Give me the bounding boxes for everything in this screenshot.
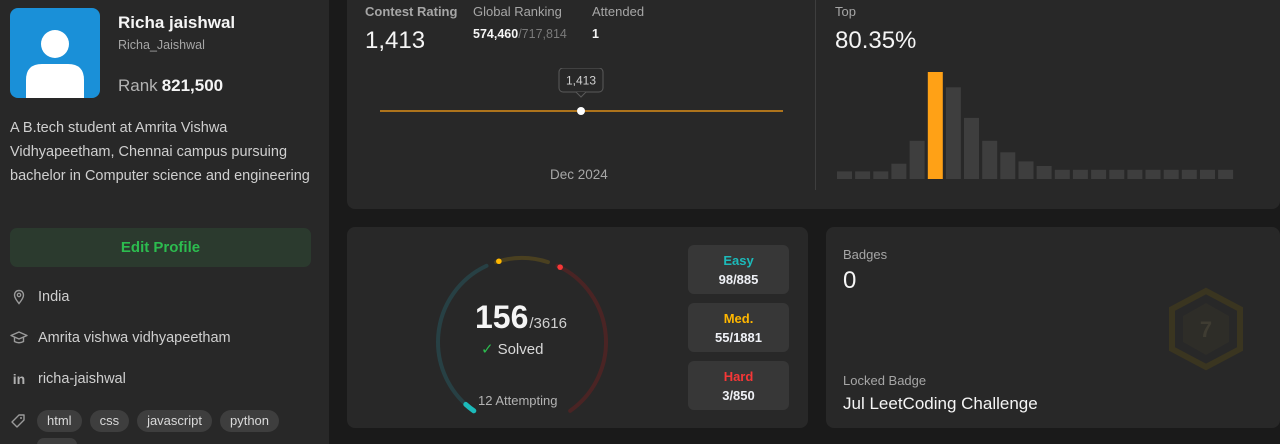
histogram-bar[interactable]	[982, 140, 998, 179]
avatar[interactable]	[10, 8, 100, 98]
profile-page: Richa jaishwal Richa_Jaishwal Rank 821,50…	[0, 0, 1280, 444]
profile-rank: Rank 821,500	[118, 76, 223, 96]
check-icon: ✓	[481, 341, 494, 358]
hard-track	[555, 263, 608, 413]
rating-date-label: Dec 2024	[550, 167, 608, 182]
school-text: Amrita vishwa vidhyapeetham	[38, 330, 231, 346]
location-text: India	[38, 289, 70, 305]
global-total: /717,814	[518, 27, 567, 41]
histogram-bar-highlight[interactable]	[927, 72, 943, 179]
edit-profile-button[interactable]: Edit Profile	[10, 228, 311, 267]
rank-label: Rank	[118, 76, 158, 95]
badges-label: Badges	[843, 247, 888, 262]
rating-line-chart: 1,413	[380, 68, 783, 115]
easy-label: Easy	[723, 253, 754, 268]
solved-label: ✓ Solved	[481, 340, 543, 358]
contest-divider	[815, 0, 816, 190]
contest-rating-value: 1,413	[365, 27, 426, 54]
histogram-bar[interactable]	[873, 171, 889, 179]
profile-name: Richa jaishwal	[118, 13, 236, 32]
hard-stat[interactable]: Hard 3/850	[688, 361, 789, 410]
global-ranking-label: Global Ranking	[473, 4, 562, 19]
user-avatar-icon	[26, 30, 84, 98]
rating-tooltip-arrow	[575, 91, 587, 98]
profile-bio: A B.tech student at Amrita Vishwa Vidhya…	[10, 120, 310, 184]
global-rank: 574,460	[473, 27, 519, 41]
skill-tag-partial[interactable]	[37, 438, 77, 444]
attempting-label: 12 Attempting	[478, 393, 558, 408]
hard-value: 3/850	[722, 388, 755, 403]
histogram-bar[interactable]	[964, 117, 979, 179]
histogram-bar[interactable]	[945, 87, 961, 179]
rating-point[interactable]	[577, 107, 585, 115]
medium-value: 55/1881	[715, 330, 762, 345]
histogram-bar[interactable]	[837, 171, 852, 179]
linkedin-row[interactable]: in richa-jaishwal	[10, 370, 126, 388]
locked-badge-name: Jul LeetCoding Challenge	[843, 394, 1038, 413]
medium-progress-dot	[496, 258, 502, 265]
skill-tag[interactable]: css	[89, 410, 130, 432]
skill-tag[interactable]: javascript	[137, 410, 212, 432]
solved-count: 156	[475, 299, 529, 335]
histogram-bar[interactable]	[1145, 169, 1161, 179]
contest-rating-card: Contest Rating 1,413 Global Ranking 574,…	[347, 0, 1280, 209]
rating-tooltip-text: 1,413	[566, 74, 596, 88]
histogram-bar[interactable]	[1018, 161, 1034, 179]
histogram-bar[interactable]	[891, 163, 907, 179]
easy-stat[interactable]: Easy 98/885	[688, 245, 789, 294]
histogram-bar[interactable]	[1218, 169, 1234, 179]
histogram-bar[interactable]	[1000, 152, 1016, 180]
attended-value: 1	[592, 27, 599, 41]
profile-sidebar: Richa jaishwal Richa_Jaishwal Rank 821,50…	[0, 0, 329, 444]
linkedin-icon: in	[12, 371, 26, 387]
histogram-bar[interactable]	[1109, 169, 1125, 179]
top-label: Top	[835, 4, 856, 19]
solved-label-text: Solved	[497, 341, 544, 358]
hard-progress-dot	[557, 264, 563, 270]
solved-total: /3616	[529, 315, 567, 332]
linkedin-text[interactable]: richa-jaishwal	[38, 371, 126, 387]
histogram-bar[interactable]	[909, 140, 925, 179]
medium-track	[494, 256, 550, 265]
easy-track	[436, 263, 489, 413]
easy-progress-arc	[463, 401, 477, 414]
histogram-bar[interactable]	[1091, 169, 1107, 179]
skills-list: html css javascript python	[37, 410, 280, 432]
histogram-bar[interactable]	[1181, 169, 1197, 179]
histogram-bar[interactable]	[1127, 169, 1143, 179]
attended-label: Attended	[592, 4, 645, 19]
top-percentage-value: 80.35%	[835, 27, 917, 54]
medium-stat[interactable]: Med. 55/1881	[688, 303, 789, 352]
tag-icon	[10, 413, 28, 431]
easy-value: 98/885	[718, 272, 759, 287]
badges-count: 0	[843, 267, 857, 294]
global-ranking-value: 574,460/717,814	[473, 27, 567, 41]
graduation-cap-icon	[10, 329, 28, 347]
histogram-bar[interactable]	[1072, 169, 1088, 179]
locked-badge-glyph: 7	[1200, 317, 1212, 342]
badges-card: Badges 0 7 Locked Badge Jul LeetCoding C…	[826, 227, 1280, 428]
skill-tag[interactable]: python	[219, 410, 280, 432]
locked-badge-label: Locked Badge	[843, 373, 927, 388]
histogram-bar[interactable]	[1200, 169, 1215, 179]
locked-badge-icon[interactable]: 7	[1166, 287, 1246, 371]
rating-distribution-chart	[837, 72, 1234, 180]
histogram-bar[interactable]	[1163, 169, 1179, 179]
contest-rating-label: Contest Rating	[365, 4, 458, 19]
skill-tag[interactable]: html	[37, 410, 82, 432]
histogram-bar[interactable]	[1054, 169, 1070, 179]
profile-username: Richa_Jaishwal	[118, 38, 205, 52]
rank-value: 821,500	[161, 76, 224, 95]
histogram-bar[interactable]	[1036, 166, 1052, 179]
solved-count-group: 156 /3616	[475, 299, 567, 336]
location-pin-icon	[10, 288, 28, 306]
location-row: India	[10, 288, 69, 306]
hard-label: Hard	[723, 369, 754, 384]
school-row: Amrita vishwa vidhyapeetham	[10, 329, 231, 347]
histogram-bar[interactable]	[855, 171, 871, 179]
medium-label: Med.	[723, 311, 754, 326]
